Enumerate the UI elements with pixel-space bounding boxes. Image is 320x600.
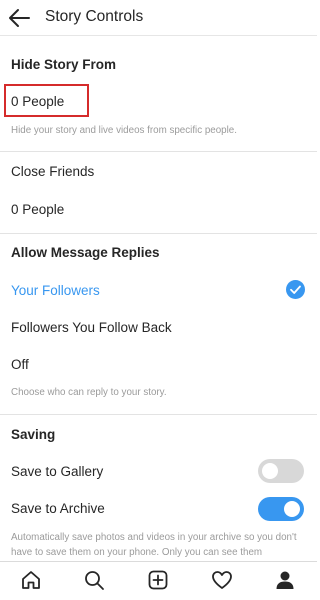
option-off[interactable]: Off bbox=[11, 357, 29, 372]
close-friends-heading[interactable]: Close Friends bbox=[11, 164, 94, 179]
page-title: Story Controls bbox=[45, 8, 144, 25]
close-friends-value[interactable]: 0 People bbox=[11, 202, 64, 217]
add-post-icon[interactable] bbox=[147, 569, 169, 591]
save-to-gallery-toggle[interactable] bbox=[258, 459, 304, 483]
heart-icon[interactable] bbox=[211, 569, 233, 591]
allow-message-replies-heading: Allow Message Replies bbox=[11, 245, 160, 260]
home-icon[interactable] bbox=[20, 569, 42, 591]
saving-helper-text: Automatically save photos and videos in … bbox=[11, 532, 297, 558]
bottom-tab-bar bbox=[0, 561, 317, 600]
profile-icon[interactable] bbox=[274, 569, 296, 591]
app-header: Story Controls bbox=[0, 0, 317, 36]
saving-heading: Saving bbox=[11, 427, 56, 442]
hide-story-helper-text: Hide your story and live videos from spe… bbox=[11, 125, 237, 136]
option-followers-you-follow-back[interactable]: Followers You Follow Back bbox=[11, 320, 172, 335]
message-replies-helper-text: Choose who can reply to your story. bbox=[11, 387, 167, 398]
save-to-gallery-label: Save to Gallery bbox=[11, 464, 104, 479]
hide-story-from-heading: Hide Story From bbox=[11, 57, 117, 72]
option-your-followers[interactable]: Your Followers bbox=[11, 283, 100, 298]
back-arrow-icon[interactable] bbox=[8, 8, 30, 28]
hide-story-from-value[interactable]: 0 People bbox=[11, 94, 64, 109]
save-to-archive-label: Save to Archive bbox=[11, 501, 105, 516]
section-divider bbox=[0, 414, 317, 415]
toggle-knob bbox=[262, 463, 278, 479]
toggle-knob bbox=[284, 501, 300, 517]
checkmark-icon bbox=[286, 280, 305, 299]
section-divider bbox=[0, 151, 317, 152]
save-to-archive-toggle[interactable] bbox=[258, 497, 304, 521]
section-divider bbox=[0, 233, 317, 234]
search-icon[interactable] bbox=[83, 569, 105, 591]
